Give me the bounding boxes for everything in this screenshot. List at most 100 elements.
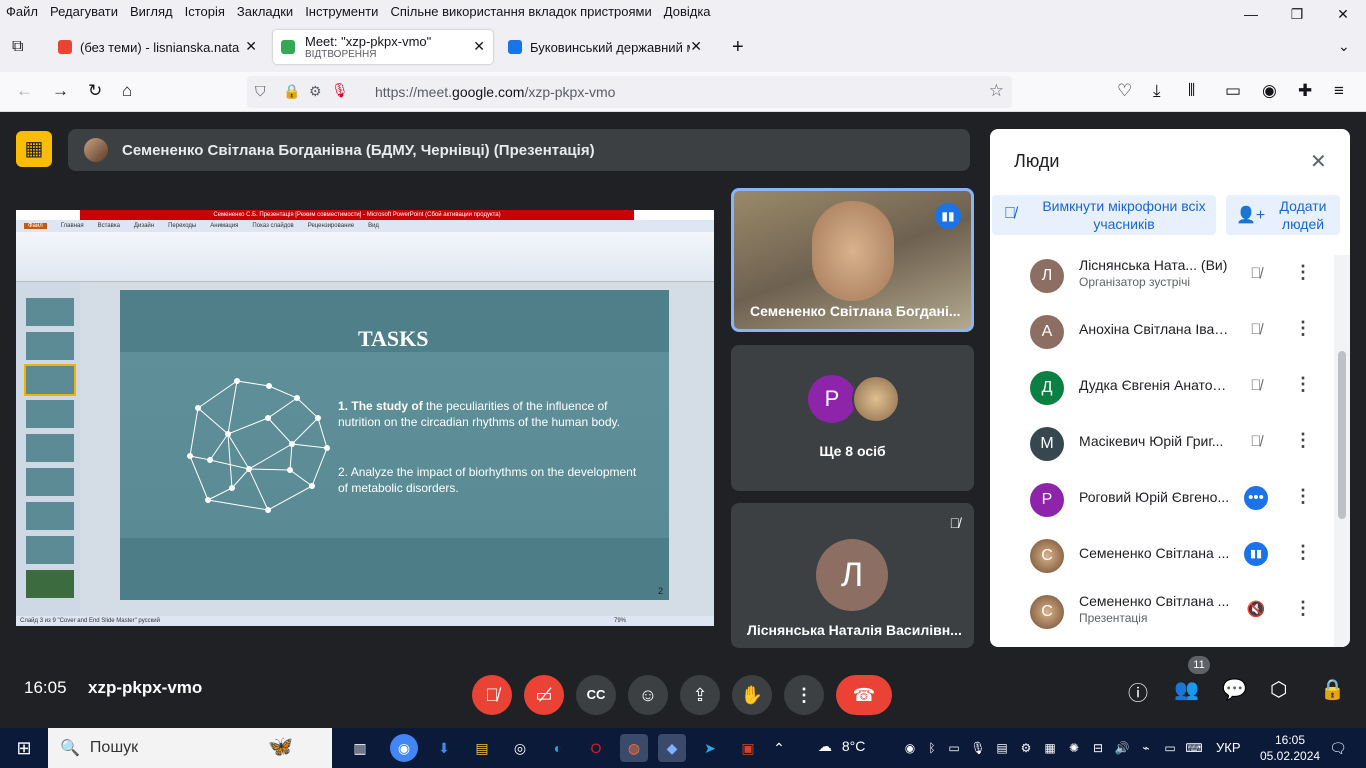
slide-thumb[interactable] [26,400,74,428]
slide-thumb[interactable] [26,468,74,496]
camera-toggle-button[interactable]: ▭̸ [524,675,564,715]
ribbon-tab-review[interactable]: Рецензирование [308,223,354,229]
close-tab-icon[interactable]: ✕ [245,38,257,55]
ribbon-tab-design[interactable]: Дизайн [134,223,154,229]
scrollbar[interactable] [1334,255,1350,647]
shield-icon[interactable]: ⛉ [255,83,266,100]
tile-self[interactable]: 🎙̸ Л Ліснянська Наталія Василівн... [731,503,974,648]
mute-all-button[interactable]: 🎙̸ Вимкнути мікрофони всіх учасників [992,195,1216,235]
activities-icon[interactable]: ⬡ [1270,677,1287,702]
keyboard-icon[interactable]: ⌨ [1180,734,1208,762]
presentation-icon[interactable]: ▦ [16,131,52,167]
add-people-button[interactable]: 👤+ Додати людей [1226,195,1340,235]
menu-edit[interactable]: Редагувати [44,4,124,19]
mic-off-icon[interactable]: 🎙̸ [1244,318,1268,342]
slide-thumb[interactable] [26,570,74,598]
close-icon[interactable]: ✕ [1310,149,1327,174]
audio-muted-icon[interactable]: 🔇 [1244,598,1268,622]
menu-sync[interactable]: Спільне використання вкладок пристроями [384,4,657,19]
mic-off-icon[interactable]: 🎙̸ [1244,430,1268,454]
slide-thumb-active[interactable] [24,364,76,396]
meet-app-icon[interactable]: ◆ [658,734,686,762]
close-tab-icon[interactable]: ✕ [473,38,485,55]
people-icon[interactable]: 👥 [1174,677,1199,702]
list-item[interactable]: Р Роговий Юрій Євгено... ••• ⋮ [1000,471,1334,527]
pocket-icon[interactable]: ♡ [1117,82,1132,100]
ribbon-tab-transitions[interactable]: Переходы [168,223,196,229]
firefox-icon[interactable]: ◍ [620,734,648,762]
ribbon-tab-home[interactable]: Главная [61,223,84,229]
tile-active-speaker[interactable]: ▮▮ Семененко Світлана Богдані... [731,188,974,332]
more-options-icon[interactable]: ⋮ [1294,262,1312,283]
list-item[interactable]: Л Ліснянська Ната... (Ви) Організатор зу… [1000,255,1334,303]
download-app-icon[interactable]: ⬇ [430,734,458,762]
new-tab-icon[interactable]: + [732,36,744,59]
url-bar[interactable]: ⛉ 🔒 ⚙ 🎙 https://meet. google.com/xzp-pkpx… [247,76,1012,108]
more-options-icon[interactable]: ⋮ [1294,430,1312,451]
chevron-down-icon[interactable]: ⌄ [1338,38,1350,55]
app-menu-icon[interactable]: ≡ [1334,82,1344,100]
tab-meet[interactable]: Meet: "xzp-pkpx-vmo" ВІДТВОРЕННЯ ✕ [273,30,493,64]
tray-expand-icon[interactable]: ⌃ [772,734,786,762]
ribbon-tab-insert[interactable]: Вставка [98,223,120,229]
taskbar-search[interactable]: 🔍 Пошук 🦋 [48,728,332,768]
more-options-icon[interactable]: ⋮ [1294,542,1312,563]
bookmark-star-icon[interactable]: ☆ [989,81,1004,101]
list-item[interactable]: Д Дудка Євгенія Анатол... 🎙̸ ⋮ [1000,359,1334,415]
extensions-icon[interactable]: ✚ [1298,82,1312,100]
ribbon-tab-animations[interactable]: Анимация [210,223,238,229]
mic-toggle-button[interactable]: 🎙̸ [472,675,512,715]
permissions-icon[interactable]: ⚙ [309,83,322,100]
close-tab-icon[interactable]: ✕ [690,38,702,55]
edge-icon[interactable]: ◐ [544,734,572,762]
downloads-icon[interactable]: ⤓ [1153,82,1161,100]
mic-off-icon[interactable]: 🎙̸ [1244,374,1268,398]
chat-icon[interactable]: 💬 [1222,677,1247,702]
raise-hand-button[interactable]: ✋ [732,675,772,715]
task-view-icon[interactable]: ▥ [346,734,374,762]
ribbon-tab-slideshow[interactable]: Показ слайдов [252,223,293,229]
tab-gmail[interactable]: (без теми) - lisnianska.nata@bsmu.edu.ua… [50,30,265,64]
telegram-icon[interactable]: ➤ [696,734,724,762]
menu-view[interactable]: Вигляд [124,4,179,19]
weather-widget[interactable]: ☁ 8°C [818,738,865,755]
host-controls-icon[interactable]: 🔒 [1320,677,1345,702]
tab-bsmu[interactable]: Буковинський державний медичний ✕ [500,30,710,64]
lock-icon[interactable]: 🔒 [283,83,300,100]
forward-icon[interactable]: → [52,82,69,100]
powerpoint-icon[interactable]: ▣ [734,734,762,762]
list-item[interactable]: С Семененко Світлана ... Презентація 🔇 ⋮ [1000,583,1334,639]
menu-help[interactable]: Довідка [658,4,717,19]
list-item[interactable]: С Семененко Світлана ... ▮▮ ⋮ [1000,527,1334,583]
home-icon[interactable]: ⌂ [122,82,132,100]
sidebar-icon[interactable]: ▭ [1225,82,1241,100]
slide-thumb[interactable] [26,536,74,564]
more-options-button[interactable]: ⋮ [784,675,824,715]
account-icon[interactable]: ◉ [1262,82,1277,100]
list-item[interactable]: А Анохіна Світлана Іван... 🎙̸ ⋮ [1000,303,1334,359]
ribbon-tab-file[interactable]: Файл [24,223,47,229]
mic-off-icon[interactable]: 🎙̸ [1244,262,1268,286]
opera-icon[interactable]: O [582,734,610,762]
reload-icon[interactable]: ↻ [88,82,102,100]
scrollbar-thumb[interactable] [1338,351,1346,519]
media-icon[interactable]: ◎ [506,734,534,762]
more-options-icon[interactable]: ⋮ [1294,318,1312,339]
slide-thumb[interactable] [26,434,74,462]
language-indicator[interactable]: УКР [1216,740,1241,755]
tab-list-icon[interactable]: ⧉ [12,38,23,56]
microphone-active-icon[interactable]: 🎙 [331,82,349,99]
more-options-icon[interactable]: ⋮ [1294,486,1312,507]
more-audio-icon[interactable]: ••• [1244,486,1268,510]
emoji-button[interactable]: ☺ [628,675,668,715]
windows-start-icon[interactable]: ⊞ [10,734,38,762]
menu-file[interactable]: Файл [0,4,44,19]
more-options-icon[interactable]: ⋮ [1294,598,1312,619]
menu-bookmarks[interactable]: Закладки [231,4,299,19]
leave-call-button[interactable]: ☎ [836,675,892,715]
menu-history[interactable]: Історія [179,4,231,19]
library-icon[interactable]: ⫴ [1188,82,1195,100]
captions-button[interactable]: CC [576,675,616,715]
list-item[interactable]: М Масікевич Юрій Григ... 🎙̸ ⋮ [1000,415,1334,471]
present-button[interactable]: ⇪ [680,675,720,715]
